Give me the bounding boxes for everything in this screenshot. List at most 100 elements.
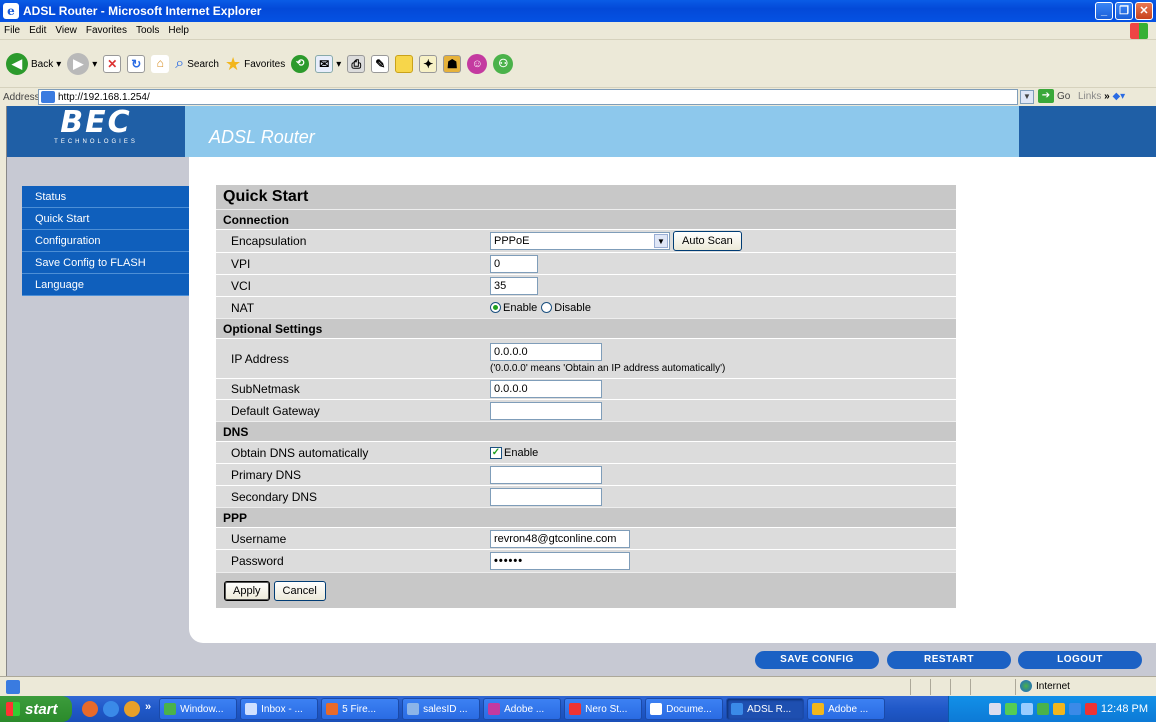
document-icon [650, 703, 663, 715]
sidebar-item-configuration[interactable]: Configuration [22, 230, 189, 252]
encapsulation-select[interactable]: PPPoE ▼ [490, 232, 670, 250]
save-config-button[interactable]: SAVE CONFIG [755, 651, 879, 669]
window-title-bar[interactable]: e ADSL Router - Microsoft Internet Explo… [0, 0, 1156, 22]
clock[interactable]: 12:48 PM [1101, 703, 1148, 715]
task-label: 5 Fire... [342, 703, 377, 715]
address-input[interactable]: http://192.168.1.254/ [38, 89, 1018, 105]
page-status-icon [6, 679, 20, 694]
tray-icon[interactable] [1020, 703, 1033, 715]
task-label: salesID ... [423, 703, 468, 715]
password-input[interactable]: •••••• [490, 552, 630, 570]
nat-enable-radio[interactable] [490, 302, 501, 313]
forward-button[interactable]: ▶ ▾ [67, 53, 97, 75]
sidebar-item-quick-start[interactable]: Quick Start [22, 208, 189, 230]
dns-enable-checkbox[interactable]: ✓ [490, 446, 502, 459]
mail-icon[interactable]: ✉ [315, 55, 334, 73]
cancel-button[interactable]: Cancel [273, 580, 326, 601]
menu-favorites[interactable]: Favorites [86, 25, 127, 36]
stop-icon[interactable]: ✕ [103, 55, 122, 73]
task-item[interactable]: Window... [159, 698, 238, 720]
chevron-down-icon: ▼ [654, 234, 668, 248]
section-ppp: PPP [216, 507, 956, 527]
username-input[interactable]: revron48@gtconline.com [490, 529, 630, 548]
menu-file[interactable]: File [4, 25, 20, 36]
task-item[interactable]: 5 Fire... [321, 698, 400, 720]
section-connection: Connection [216, 209, 956, 229]
app-icon[interactable] [124, 701, 140, 717]
form-title: Quick Start [216, 185, 956, 209]
logo-text: BEC [60, 106, 132, 140]
tray-icon[interactable] [1052, 703, 1065, 715]
tray-icon[interactable] [1004, 703, 1017, 715]
close-button[interactable]: ✕ [1135, 2, 1153, 20]
task-item[interactable]: Nero St... [564, 698, 643, 720]
favorites-button[interactable]: ★ Favorites [225, 54, 285, 75]
vpi-label: VPI [231, 256, 251, 271]
print-icon[interactable]: ⎙ [347, 55, 366, 73]
minimize-button[interactable]: _ [1095, 2, 1113, 20]
windows-flag-icon [1130, 23, 1148, 39]
start-button[interactable]: start [0, 696, 72, 722]
vci-input[interactable]: 35 [490, 276, 538, 295]
ip-address-input[interactable]: 0.0.0.0 [490, 343, 602, 361]
links-button[interactable]: Links » ◆▾ [1078, 91, 1125, 102]
sidebar-item-save-config[interactable]: Save Config to FLASH [22, 252, 189, 274]
messenger-icon[interactable]: ☺ [467, 54, 488, 74]
vpi-input[interactable]: 0 [490, 254, 538, 273]
subnet-label: SubNetmask [231, 382, 300, 396]
tray-icon[interactable] [1084, 703, 1097, 715]
task-item[interactable]: Adobe ... [483, 698, 562, 720]
tray-icon[interactable] [1068, 703, 1081, 715]
folder-icon[interactable] [395, 55, 414, 73]
menu-edit[interactable]: Edit [29, 25, 46, 36]
menu-view[interactable]: View [55, 25, 77, 36]
gateway-input[interactable] [490, 401, 602, 420]
primary-dns-label: Primary DNS [231, 467, 302, 482]
restart-button[interactable]: RESTART [887, 651, 1011, 669]
users-icon[interactable]: ⚇ [493, 54, 514, 74]
menu-tools[interactable]: Tools [136, 25, 159, 36]
primary-dns-input[interactable] [490, 465, 602, 484]
go-label: Go [1057, 90, 1071, 102]
sidebar-item-status[interactable]: Status [22, 186, 189, 208]
task-item-active[interactable]: ADSL R... [726, 698, 805, 720]
nat-disable-label: Disable [554, 301, 591, 314]
secondary-dns-input[interactable] [490, 487, 602, 506]
back-button[interactable]: ◀ Back ▾ [6, 53, 61, 75]
nero-icon [569, 703, 582, 715]
sidebar-item-language[interactable]: Language [22, 274, 189, 296]
task-item[interactable]: Docume... [645, 698, 724, 720]
history-icon[interactable]: ⟲ [291, 55, 310, 73]
tray-icon[interactable] [988, 703, 1001, 715]
go-button[interactable]: ➔ Go [1038, 89, 1070, 103]
apply-button[interactable]: Apply [224, 580, 270, 601]
subnet-input[interactable]: 0.0.0.0 [490, 380, 602, 398]
forward-arrow-icon: ▶ [67, 53, 90, 75]
task-item[interactable]: Adobe ... [807, 698, 886, 720]
chevron-right-icon[interactable]: » [145, 701, 151, 717]
home-icon[interactable]: ⌂ [151, 55, 170, 73]
search-button[interactable]: ⌕ Search [175, 55, 219, 73]
maximize-button[interactable]: ❐ [1115, 2, 1133, 20]
gateway-label: Default Gateway [231, 403, 320, 418]
address-dropdown-icon[interactable]: ▼ [1020, 90, 1034, 104]
vci-label: VCI [231, 278, 252, 293]
logout-button[interactable]: LOGOUT [1018, 651, 1142, 669]
nat-disable-radio[interactable] [541, 302, 553, 313]
task-item[interactable]: salesID ... [402, 698, 481, 720]
firefox-icon[interactable] [82, 701, 98, 717]
auto-scan-button[interactable]: Auto Scan [673, 231, 742, 251]
back-arrow-icon: ◀ [6, 53, 28, 75]
favorites-label: Favorites [244, 58, 286, 70]
edit-icon[interactable]: ✎ [371, 55, 390, 73]
refresh-icon[interactable]: ↻ [127, 55, 146, 73]
task-item[interactable]: Inbox - ... [240, 698, 319, 720]
logo-subtext: TECHNOLOGIES [54, 139, 138, 145]
notes-icon[interactable]: ✦ [419, 55, 438, 73]
tray-icon[interactable] [1036, 703, 1049, 715]
bookmark-icon[interactable]: ☗ [443, 55, 462, 73]
address-url: http://192.168.1.254/ [58, 91, 150, 103]
menu-help[interactable]: Help [168, 25, 189, 36]
ie-quicklaunch-icon[interactable] [103, 701, 119, 717]
secondary-dns-label: Secondary DNS [231, 489, 318, 504]
